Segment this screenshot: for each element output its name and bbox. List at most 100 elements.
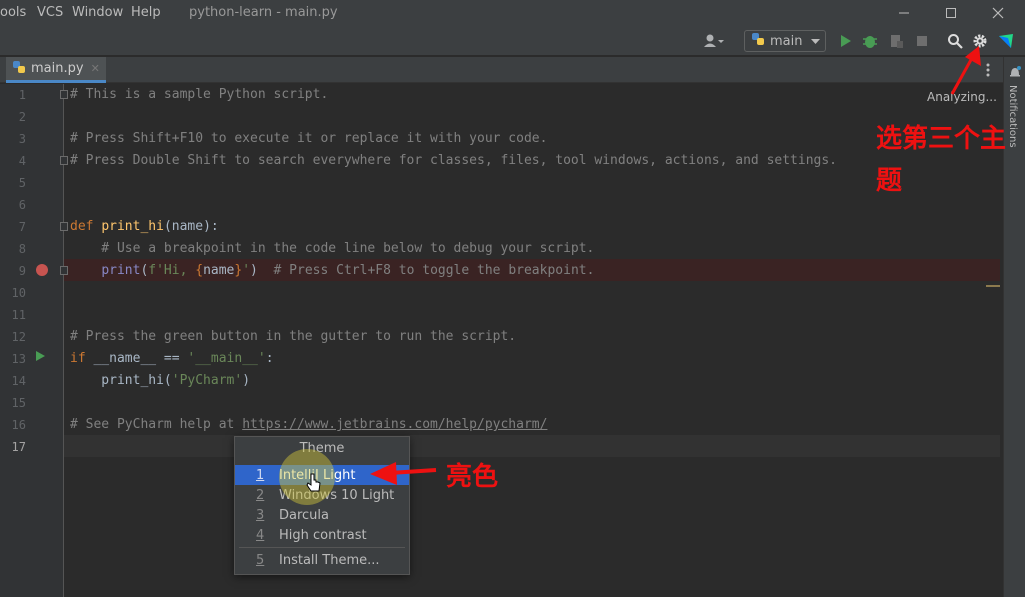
- string-token: f'Hi,: [148, 263, 196, 278]
- popup-separator: [239, 547, 405, 548]
- caret-line-highlight: [64, 435, 1000, 457]
- line-number: 3: [18, 132, 26, 146]
- analyzing-status: Analyzing...: [927, 90, 997, 104]
- line-number: 9: [18, 264, 26, 278]
- line-number: 1: [18, 88, 26, 102]
- brace-token: {: [195, 263, 204, 278]
- code-line-4: # Press Double Shift to search everywher…: [70, 153, 838, 168]
- indent-token: [70, 263, 101, 278]
- run-configuration-selector[interactable]: main: [744, 30, 826, 52]
- cursor-icon: [306, 472, 322, 498]
- theme-option-high-contrast[interactable]: 4 High contrast: [235, 525, 409, 545]
- line-number: 13: [11, 352, 26, 366]
- comment-token: # Press Ctrl+F8 to toggle the breakpoint…: [273, 263, 595, 278]
- option-label: Darcula: [279, 507, 330, 523]
- theme-option-darcula[interactable]: 3 Darcula: [235, 505, 409, 525]
- code-editor[interactable]: 1 2 3 4 5 6 7 8 9 10 11 12 13 14 15 16 17 # This is a sa…: [0, 84, 1003, 597]
- user-icon[interactable]: [702, 32, 726, 50]
- tab-label: main.py: [31, 61, 84, 76]
- option-label: Install Theme...: [279, 552, 380, 568]
- chevron-down-icon: [811, 34, 821, 49]
- line-number: 2: [18, 110, 26, 124]
- line-number: 17: [11, 440, 26, 454]
- tab-close-icon[interactable]: ✕: [91, 62, 100, 75]
- gutter-run-icon[interactable]: [36, 351, 45, 361]
- install-theme-option[interactable]: 5 Install Theme...: [235, 550, 409, 570]
- code-token: :: [265, 351, 274, 366]
- run-icon[interactable]: [836, 32, 854, 50]
- fold-marker-icon[interactable]: [60, 90, 68, 99]
- option-number: 2: [256, 487, 265, 503]
- code-token: print_hi(: [70, 373, 172, 388]
- minimize-icon[interactable]: [894, 3, 914, 23]
- line-number: 10: [11, 286, 26, 300]
- option-label: High contrast: [279, 527, 367, 543]
- option-number: 4: [256, 527, 265, 543]
- close-icon[interactable]: [988, 3, 1008, 23]
- keyword-token: def: [70, 219, 102, 234]
- code-token: ): [242, 373, 251, 388]
- function-name-token: print_hi: [101, 219, 164, 234]
- line-number: 16: [11, 418, 26, 432]
- notifications-tool-window-button[interactable]: Notifications: [1007, 85, 1018, 148]
- option-number: 1: [256, 467, 265, 483]
- line-number: 4: [18, 154, 26, 168]
- python-icon: [751, 32, 765, 50]
- gear-icon[interactable]: [971, 32, 989, 50]
- code-line-1: # This is a sample Python script.: [70, 87, 329, 102]
- editor-tab-bar: main.py ✕: [0, 57, 1003, 83]
- annotation-light: 亮色: [446, 462, 499, 492]
- python-file-icon: [12, 60, 26, 78]
- run-config-label: main: [770, 33, 803, 49]
- builtin-token: print: [101, 263, 141, 278]
- code-line-14: print_hi('PyCharm'): [70, 373, 250, 388]
- coverage-icon[interactable]: [887, 32, 905, 50]
- breakpoint-icon[interactable]: [36, 264, 48, 276]
- jetbrains-icon[interactable]: [997, 32, 1015, 50]
- more-icon[interactable]: [981, 61, 995, 79]
- code-line-9: print(f'Hi, {name}') # Press Ctrl+F8 to …: [70, 263, 594, 278]
- maximize-icon[interactable]: [941, 3, 961, 23]
- fold-marker-icon[interactable]: [60, 222, 68, 231]
- line-number: 6: [18, 198, 26, 212]
- notifications-strip: Notifications: [1003, 57, 1025, 597]
- line-number: 12: [11, 330, 26, 344]
- variable-token: name: [203, 263, 235, 278]
- line-number: 8: [18, 242, 26, 256]
- code-line-13: if __name__ == '__main__':: [70, 351, 274, 366]
- menu-window[interactable]: Window: [72, 5, 123, 20]
- tab-main-py[interactable]: main.py ✕: [6, 57, 106, 83]
- code-token: (name):: [163, 219, 219, 234]
- string-token: 'PyCharm': [171, 373, 243, 388]
- string-token: '__main__': [187, 351, 266, 366]
- code-line-12: # Press the green button in the gutter t…: [70, 329, 517, 344]
- code-line-16: # See PyCharm help at https://www.jetbra…: [70, 417, 547, 432]
- window-title: python-learn - main.py: [189, 5, 338, 20]
- string-token: ': [242, 263, 251, 278]
- search-icon[interactable]: [946, 32, 964, 50]
- line-number: 11: [11, 308, 26, 322]
- code-line-7: def print_hi(name):: [70, 219, 219, 234]
- keyword-token: if: [70, 351, 94, 366]
- menu-vcs[interactable]: VCS: [37, 5, 63, 20]
- debug-icon[interactable]: [861, 32, 879, 50]
- menu-tools[interactable]: ools: [0, 5, 26, 20]
- option-number: 3: [256, 507, 265, 523]
- code-token: ): [250, 263, 274, 278]
- menu-help[interactable]: Help: [131, 5, 161, 20]
- code-token: __name__ ==: [93, 351, 188, 366]
- code-line-8: # Use a breakpoint in the code line belo…: [70, 241, 595, 256]
- fold-marker-icon[interactable]: [60, 156, 68, 165]
- option-number: 5: [256, 552, 265, 568]
- fold-marker-icon[interactable]: [60, 266, 68, 275]
- line-number: 14: [11, 374, 26, 388]
- line-number: 5: [18, 176, 26, 190]
- code-line-3: # Press Shift+F10 to execute it or repla…: [70, 131, 548, 146]
- warning-stripe-marker[interactable]: [986, 285, 1000, 287]
- title-bar: ools VCS Window Help python-learn - main…: [0, 0, 1025, 26]
- bell-icon[interactable]: [1008, 65, 1022, 79]
- line-number: 7: [18, 220, 26, 234]
- annotation-choose-third-theme: 选第三个主题: [876, 124, 1007, 196]
- stop-icon[interactable]: [913, 32, 931, 50]
- help-link[interactable]: https://www.jetbrains.com/help/pycharm/: [242, 417, 547, 432]
